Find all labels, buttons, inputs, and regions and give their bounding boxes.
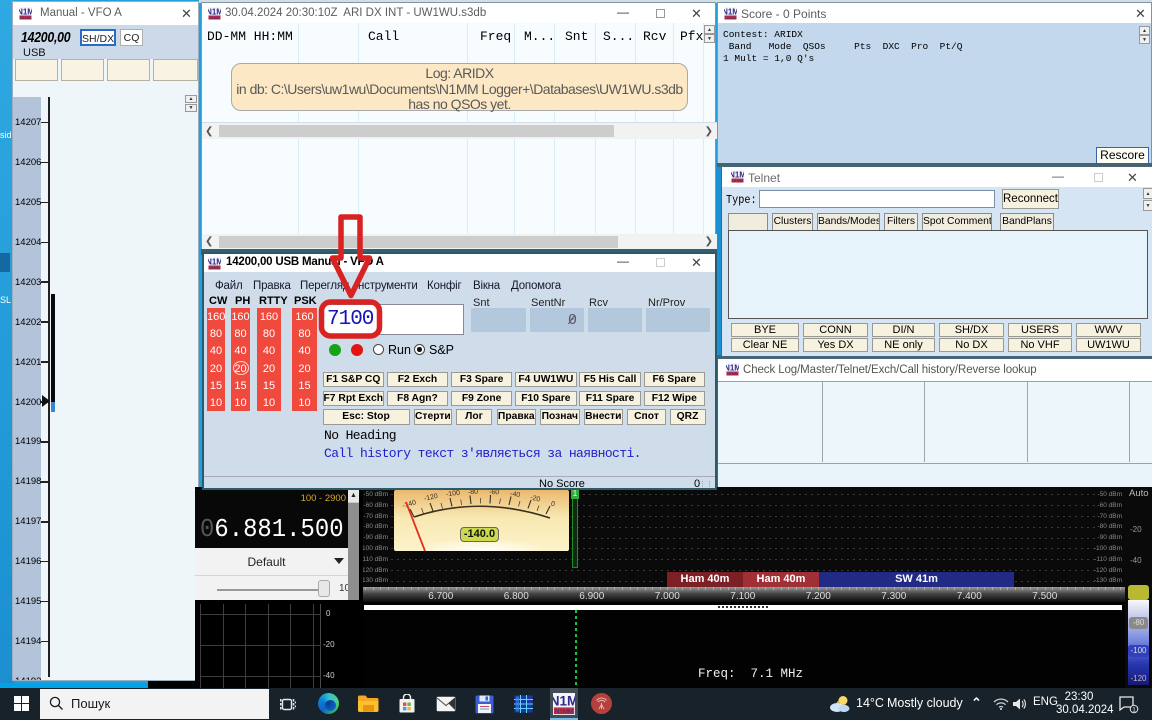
svg-text:N1MM: N1MM: [209, 16, 220, 20]
svg-text:-20: -20: [529, 494, 541, 503]
svg-text:-100: -100: [446, 490, 461, 499]
svg-text:-60: -60: [489, 490, 500, 496]
svg-text:N1MM: N1MM: [725, 16, 736, 20]
svg-text:N1MM: N1MM: [727, 372, 738, 376]
svg-text:N1MM: N1MM: [555, 708, 573, 715]
svg-text:-40: -40: [510, 491, 521, 499]
svg-text:-120: -120: [423, 493, 438, 503]
svg-text:-80: -80: [468, 490, 479, 496]
svg-text:N1M: N1M: [553, 694, 575, 709]
svg-text:0: 0: [550, 501, 556, 509]
svg-text:N1MM: N1MM: [732, 179, 743, 183]
svg-text:N1MM: N1MM: [209, 266, 220, 270]
svg-text:N1MM: N1MM: [20, 16, 31, 20]
svg-text:1: 1: [1132, 707, 1136, 714]
